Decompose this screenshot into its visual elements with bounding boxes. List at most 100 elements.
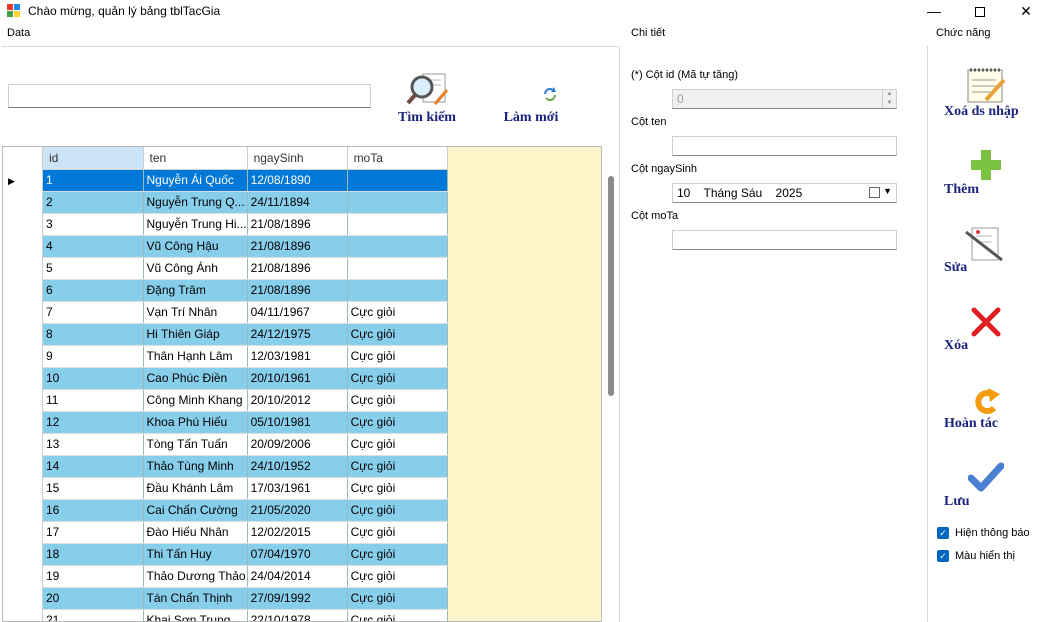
undo-button[interactable]: Hoàn tác	[944, 416, 998, 432]
cell-mota[interactable]: Cực giỏi	[347, 301, 448, 324]
scrollbar-thumb[interactable]	[608, 176, 614, 396]
cell-ten[interactable]: Nguyễn Ái Quốc	[143, 169, 248, 192]
table-row[interactable]: 13 Tòng Tấn Tuấn 20/09/2006 Cực giỏi	[43, 433, 448, 456]
cell-mota[interactable]: Cực giỏi	[347, 323, 448, 346]
cell-mota[interactable]: Cực giỏi	[347, 411, 448, 434]
cell-ngaysinh[interactable]: 12/08/1890	[247, 169, 348, 192]
table-row[interactable]: 15 Đầu Khánh Lâm 17/03/1961 Cực giỏi	[43, 477, 448, 500]
cell-ten[interactable]: Vũ Công Hậu	[143, 235, 248, 258]
minimize-button[interactable]: —	[911, 0, 957, 22]
cell-ten[interactable]: Đào Hiếu Nhân	[143, 521, 248, 544]
cell-mota[interactable]: Cực giỏi	[347, 477, 448, 500]
cell-id[interactable]: 19	[43, 565, 144, 588]
cell-id[interactable]: 8	[43, 323, 144, 346]
cell-ten[interactable]: Thân Hạnh Lâm	[143, 345, 248, 368]
table-row[interactable]: 17 Đào Hiếu Nhân 12/02/2015 Cực giỏi	[43, 521, 448, 544]
cell-mota[interactable]: Cực giỏi	[347, 499, 448, 522]
show-notice-checkbox[interactable]: ✓ Hiện thông báo	[937, 527, 1030, 540]
date-day[interactable]: 10	[677, 186, 690, 200]
cell-ngaysinh[interactable]: 24/10/1952	[247, 455, 348, 478]
cell-id[interactable]: 1	[43, 169, 144, 192]
cell-mota[interactable]: Cực giỏi	[347, 587, 448, 610]
cell-mota[interactable]	[347, 257, 448, 280]
cell-ten[interactable]: Thảo Tùng Minh	[143, 455, 248, 478]
cell-ten[interactable]: Tòng Tấn Tuấn	[143, 433, 248, 456]
table-row[interactable]: 10 Cao Phúc Điền 20/10/1961 Cực giỏi	[43, 367, 448, 390]
cell-mota[interactable]: Cực giỏi	[347, 521, 448, 544]
cell-id[interactable]: 17	[43, 521, 144, 544]
calendar-icon[interactable]	[869, 187, 880, 198]
table-row[interactable]: 21 Khai Sơn Trung 22/10/1978 Cực giỏi	[43, 609, 448, 621]
cell-ngaysinh[interactable]: 21/08/1896	[247, 235, 348, 258]
cell-ten[interactable]: Thảo Dương Thảo	[143, 565, 248, 588]
cell-ten[interactable]: Đặng Trâm	[143, 279, 248, 302]
cell-mota[interactable]: Cực giỏi	[347, 565, 448, 588]
cell-id[interactable]: 6	[43, 279, 144, 302]
plus-icon[interactable]	[970, 149, 1002, 181]
maximize-button[interactable]	[957, 0, 1003, 22]
cell-ngaysinh[interactable]: 24/12/1975	[247, 323, 348, 346]
column-header-id[interactable]: id	[43, 147, 144, 170]
cell-id[interactable]: 12	[43, 411, 144, 434]
cell-ngaysinh[interactable]: 22/10/1978	[247, 609, 348, 621]
cell-id[interactable]: 4	[43, 235, 144, 258]
cell-mota[interactable]	[347, 213, 448, 236]
table-row[interactable]: 9 Thân Hạnh Lâm 12/03/1981 Cực giỏi	[43, 345, 448, 368]
cell-ngaysinh[interactable]: 21/08/1896	[247, 213, 348, 236]
table-row[interactable]: 3 Nguyễn Trung Hi... 21/08/1896	[43, 213, 448, 236]
cell-ten[interactable]: Cao Phúc Điền	[143, 367, 248, 390]
cell-mota[interactable]: Cực giỏi	[347, 609, 448, 621]
cell-ngaysinh[interactable]: 21/05/2020	[247, 499, 348, 522]
date-year[interactable]: 2025	[776, 186, 803, 200]
save-button[interactable]: Lưu	[944, 494, 970, 510]
cell-mota[interactable]	[347, 169, 448, 192]
cell-id[interactable]: 13	[43, 433, 144, 456]
edit-button[interactable]: Sửa	[944, 260, 967, 276]
cell-ten[interactable]: Nguyễn Trung Hi...	[143, 213, 248, 236]
cell-ngaysinh[interactable]: 20/10/2012	[247, 389, 348, 412]
cell-ngaysinh[interactable]: 21/08/1896	[247, 279, 348, 302]
cell-ngaysinh[interactable]: 05/10/1981	[247, 411, 348, 434]
cell-mota[interactable]: Cực giỏi	[347, 543, 448, 566]
cell-id[interactable]: 16	[43, 499, 144, 522]
ten-field[interactable]	[672, 136, 897, 156]
cell-ngaysinh[interactable]: 24/11/1894	[247, 191, 348, 214]
cell-id[interactable]: 2	[43, 191, 144, 214]
cell-ten[interactable]: Đầu Khánh Lâm	[143, 477, 248, 500]
cell-mota[interactable]	[347, 191, 448, 214]
cell-ten[interactable]: Khai Sơn Trung	[143, 609, 248, 621]
cell-id[interactable]: 21	[43, 609, 144, 621]
cell-mota[interactable]	[347, 235, 448, 258]
cell-ngaysinh[interactable]: 04/11/1967	[247, 301, 348, 324]
ngaysinh-date-picker[interactable]: 10 Tháng Sáu 2025 ▼	[672, 183, 897, 203]
cell-id[interactable]: 20	[43, 587, 144, 610]
cell-mota[interactable]	[347, 279, 448, 302]
cell-ngaysinh[interactable]: 21/08/1896	[247, 257, 348, 280]
cell-ten[interactable]: Khoa Phú Hiếu	[143, 411, 248, 434]
cell-id[interactable]: 15	[43, 477, 144, 500]
table-row[interactable]: 5 Vũ Công Ánh 21/08/1896	[43, 257, 448, 280]
notepad-icon[interactable]	[966, 66, 1006, 106]
table-row[interactable]: 14 Thảo Tùng Minh 24/10/1952 Cực giỏi	[43, 455, 448, 478]
table-row[interactable]: 18 Thi Tấn Huy 07/04/1970 Cực giỏi	[43, 543, 448, 566]
table-row[interactable]: 11 Công Minh Khang 20/10/2012 Cực giỏi	[43, 389, 448, 412]
cell-id[interactable]: 3	[43, 213, 144, 236]
cell-id[interactable]: 7	[43, 301, 144, 324]
cell-id[interactable]: 14	[43, 455, 144, 478]
cell-id[interactable]: 10	[43, 367, 144, 390]
table-row[interactable]: 20 Tán Chấn Thịnh 27/09/1992 Cực giỏi	[43, 587, 448, 610]
cell-ngaysinh[interactable]: 20/10/1961	[247, 367, 348, 390]
cell-ngaysinh[interactable]: 07/04/1970	[247, 543, 348, 566]
chevron-down-icon[interactable]: ▼	[883, 186, 892, 196]
close-button[interactable]: ✕	[1003, 0, 1049, 22]
cell-mota[interactable]: Cực giỏi	[347, 345, 448, 368]
table-row[interactable]: 12 Khoa Phú Hiếu 05/10/1981 Cực giỏi	[43, 411, 448, 434]
cell-ngaysinh[interactable]: 20/09/2006	[247, 433, 348, 456]
cell-ten[interactable]: Nguyễn Trung Q...	[143, 191, 248, 214]
refresh-button[interactable]: Làm mới	[500, 80, 562, 126]
cell-id[interactable]: 11	[43, 389, 144, 412]
checkmark-icon[interactable]	[968, 462, 1004, 492]
cell-id[interactable]: 18	[43, 543, 144, 566]
cell-mota[interactable]: Cực giỏi	[347, 367, 448, 390]
table-row[interactable]: 19 Thảo Dương Thảo 24/04/2014 Cực giỏi	[43, 565, 448, 588]
